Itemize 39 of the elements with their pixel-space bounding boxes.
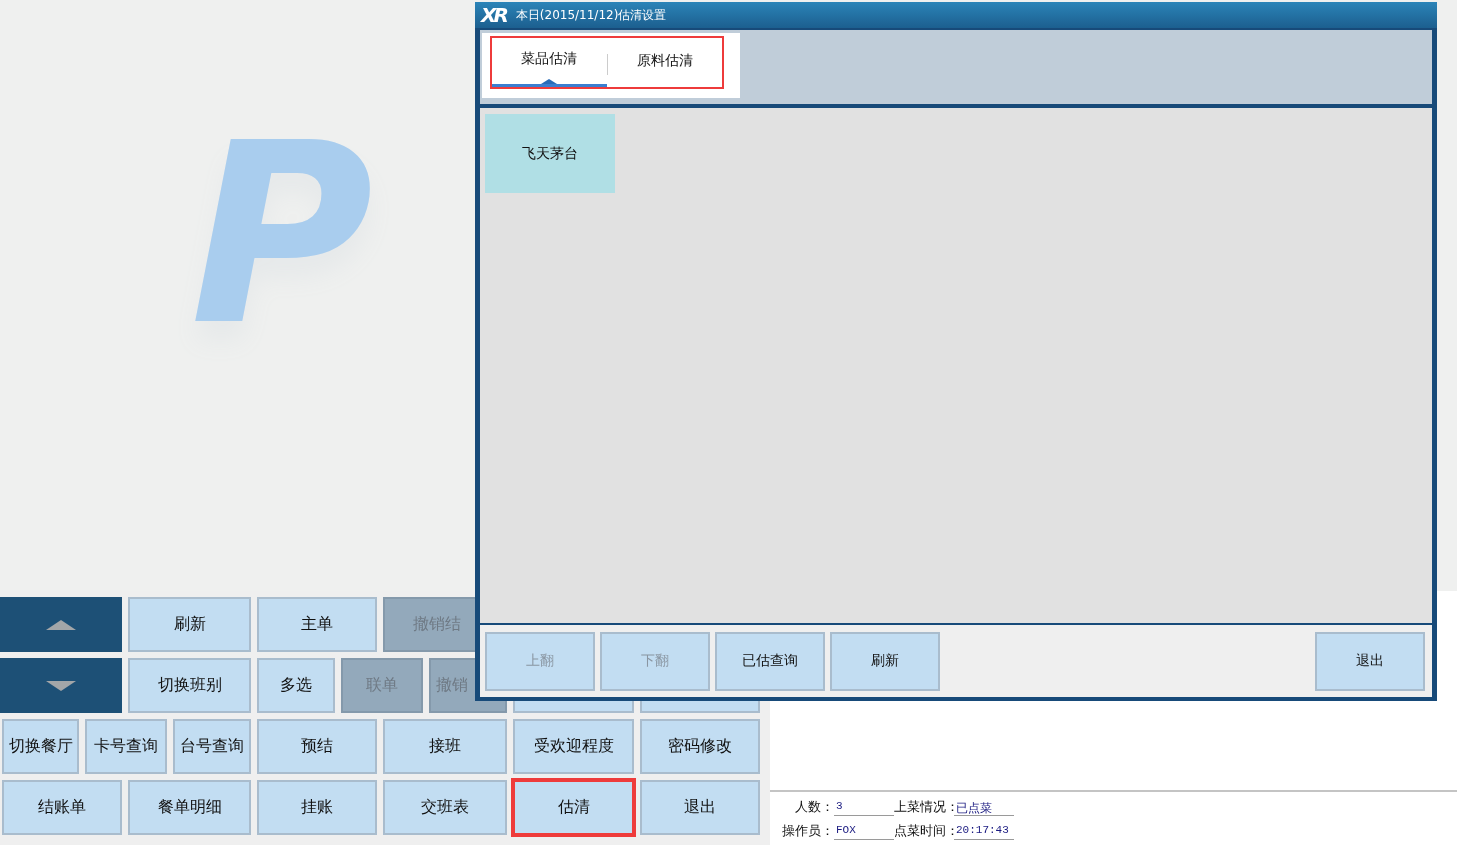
function-button[interactable]: 交班表 (383, 780, 507, 835)
down-triangle-icon (46, 680, 76, 691)
field-label: 点菜时间： (894, 822, 954, 840)
function-button[interactable]: 切换餐厅 (2, 719, 79, 774)
dialog-button[interactable]: 刷新 (830, 631, 940, 691)
function-button[interactable]: 刷新 (128, 597, 251, 652)
tab[interactable]: 菜品估清 (492, 38, 607, 87)
field-label: 上菜情况： (894, 798, 954, 816)
function-button[interactable]: 卡号查询 (85, 719, 167, 774)
scroll-down-button[interactable] (0, 658, 122, 713)
logo-text: P (190, 110, 364, 360)
pointer-triangle-icon (541, 79, 558, 84)
field-value: 3 (834, 800, 894, 816)
function-button[interactable]: 密码修改 (640, 719, 760, 774)
function-button[interactable]: 切换班别 (128, 658, 251, 713)
dialog-button[interactable]: 已估查询 (715, 631, 825, 691)
function-button[interactable]: 接班 (383, 719, 507, 774)
tab[interactable]: 原料估清 (607, 38, 722, 87)
field-value: FOX (834, 824, 894, 840)
function-button[interactable]: 估清 (513, 780, 634, 835)
function-button[interactable]: 预结 (257, 719, 377, 774)
up-triangle-icon (46, 619, 76, 630)
window-title: 本日(2015/11/12)估清设置 (515, 6, 667, 24)
scroll-up-button[interactable] (0, 597, 122, 652)
function-button[interactable]: 多选 (257, 658, 335, 713)
field-value: 已点菜 (954, 800, 1014, 816)
function-button[interactable]: 结账单 (2, 780, 122, 835)
function-button[interactable]: 主单 (257, 597, 377, 652)
function-button[interactable]: 挂账 (257, 780, 377, 835)
field-label: 人数： (794, 798, 834, 816)
field-value: 20:17:43 (954, 824, 1014, 840)
function-button[interactable]: 台号查询 (173, 719, 251, 774)
function-button[interactable]: 受欢迎程度 (513, 719, 634, 774)
app-logo: XR (481, 3, 506, 27)
dialog-button[interactable]: 退出 (1315, 631, 1425, 691)
function-button[interactable]: 退出 (640, 780, 760, 835)
function-button[interactable]: 餐单明细 (128, 780, 251, 835)
field-label: 操作员： (781, 822, 834, 840)
dish-tile[interactable]: 飞天茅台 (485, 114, 615, 193)
